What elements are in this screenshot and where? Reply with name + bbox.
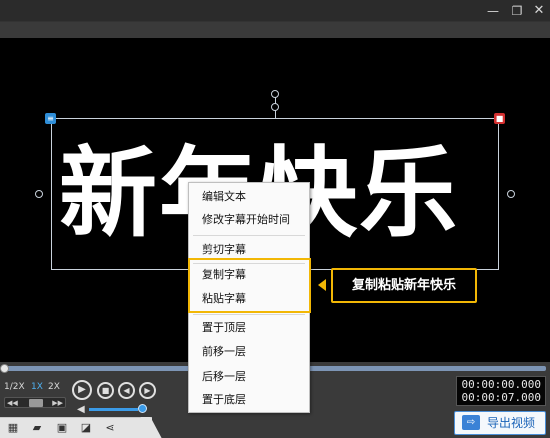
delete-subtitle-icon[interactable]: ■: [494, 113, 505, 124]
menu-separator: [193, 235, 305, 236]
top-resize-handle[interactable]: [271, 103, 279, 111]
export-video-button[interactable]: ⇨ 导出视频: [454, 411, 546, 435]
menu-item-edit-text[interactable]: 编辑文本: [189, 186, 309, 208]
tutorial-callout: 复制粘贴新年快乐: [331, 268, 477, 303]
jog-thumb[interactable]: [29, 399, 43, 407]
menu-item-send-backward[interactable]: 后移一层: [189, 366, 309, 388]
right-resize-handle[interactable]: [507, 190, 515, 198]
total-time: 00:00:07.000: [461, 391, 541, 404]
open-folder-icon[interactable]: ▰: [30, 421, 44, 435]
speed-1x[interactable]: 1X: [31, 381, 43, 393]
edit-subtitle-icon[interactable]: ≡: [45, 113, 56, 124]
menu-item-change-start-time[interactable]: 修改字幕开始时间: [189, 209, 309, 231]
rotate-handle[interactable]: [271, 90, 279, 98]
menu-item-send-to-back[interactable]: 置于底层: [189, 389, 309, 411]
menu-item-bring-to-front[interactable]: 置于顶层: [189, 317, 309, 339]
save-as-icon[interactable]: ◪: [79, 421, 93, 435]
volume-level: [89, 408, 138, 411]
timeline-playhead[interactable]: [0, 364, 9, 373]
next-frame-button[interactable]: ▶: [139, 382, 156, 399]
stop-button[interactable]: ■: [97, 382, 114, 399]
subtitle-edit-icon[interactable]: ▦: [6, 421, 20, 435]
menu-item-bring-forward[interactable]: 前移一层: [189, 341, 309, 363]
save-icon[interactable]: ▣: [55, 421, 69, 435]
timecode-display: 00:00:00.000 00:00:07.000: [456, 376, 546, 406]
export-label: 导出视频: [487, 416, 536, 430]
volume-icon[interactable]: ◀: [77, 404, 85, 415]
file-toolbar: ▦ ▰ ▣ ◪ ⋖: [0, 417, 152, 438]
export-icon: ⇨: [462, 415, 480, 430]
fast-forward-icon: ▶▶: [52, 399, 63, 407]
left-resize-handle[interactable]: [35, 190, 43, 198]
rewind-icon: ◀◀: [7, 399, 18, 407]
current-time: 00:00:00.000: [461, 378, 541, 391]
close-icon[interactable]: ✕: [530, 2, 548, 20]
minimize-icon[interactable]: —: [484, 2, 502, 20]
previous-frame-button[interactable]: ◀: [118, 382, 135, 399]
menu-item-copy[interactable]: 复制字幕: [189, 264, 309, 286]
context-menu: 编辑文本 修改字幕开始时间 剪切字幕 复制字幕 粘贴字幕 置于顶层 前移一层 后…: [188, 182, 310, 413]
volume-slider[interactable]: [89, 408, 143, 411]
share-icon[interactable]: ⋖: [103, 421, 117, 435]
title-bar: — ❐ ✕: [0, 0, 550, 22]
menu-separator: [193, 314, 305, 315]
menu-item-paste[interactable]: 粘贴字幕: [189, 288, 309, 310]
callout-arrow: [318, 279, 326, 291]
speed-2x[interactable]: 2X: [48, 381, 60, 393]
play-button[interactable]: ▶: [72, 380, 92, 400]
jog-slider[interactable]: ◀◀ ▶▶: [4, 397, 66, 408]
menu-item-cut[interactable]: 剪切字幕: [189, 239, 309, 261]
restore-icon[interactable]: ❐: [508, 2, 526, 20]
speed-half[interactable]: 1/2X: [4, 381, 25, 393]
volume-knob[interactable]: [138, 404, 147, 413]
